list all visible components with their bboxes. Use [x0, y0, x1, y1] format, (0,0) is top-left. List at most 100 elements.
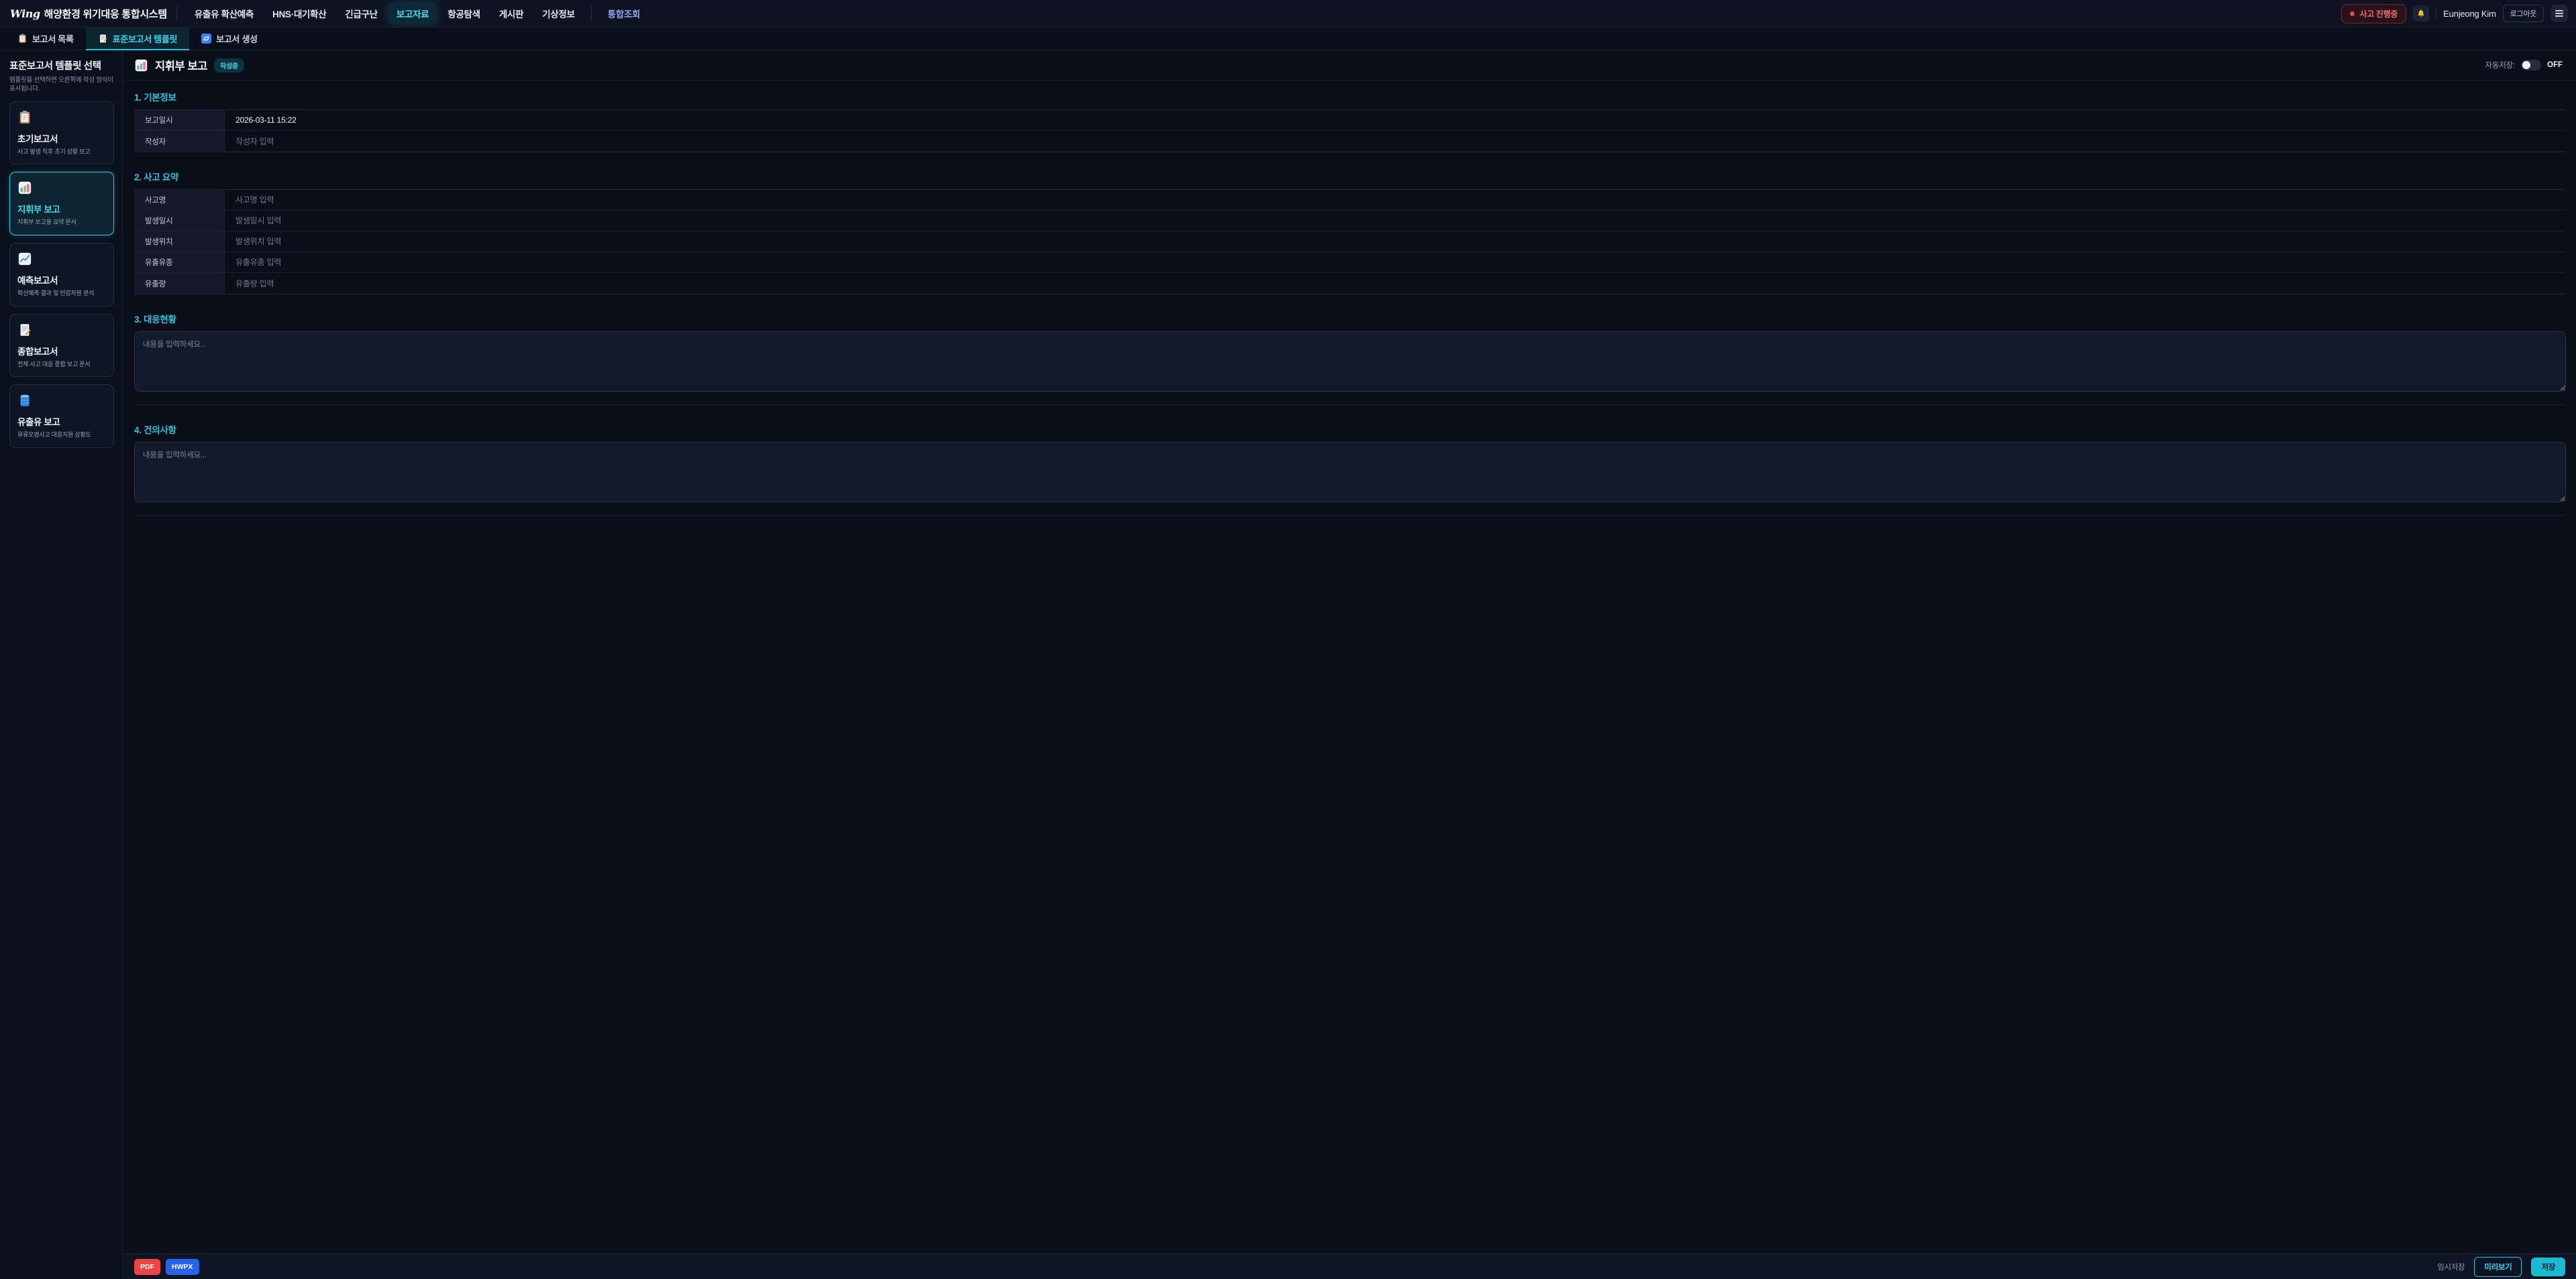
form-row: 발생일시 [134, 211, 2566, 231]
section-response-status: 3. 대응현황 [134, 312, 2566, 405]
oil-type-input[interactable] [225, 252, 2566, 272]
tab-label: 보고서 생성 [216, 32, 258, 45]
author-input[interactable] [225, 131, 2566, 152]
occurrence-location-input[interactable] [225, 231, 2566, 252]
field-label-report-datetime: 보고일시 [134, 110, 225, 130]
app-logo: Wing 해양환경 위기대응 통합시스템 [10, 7, 167, 21]
template-sidebar: 표준보고서 템플릿 선택 템플릿을 선택하면 오른쪽에 작성 양식이 표시됩니다… [0, 50, 123, 1279]
export-hwpx-button[interactable]: HWPX [166, 1259, 199, 1275]
nav-item-oil-spill-prediction[interactable]: 유출유 확산예측 [186, 3, 262, 24]
field-label-oil-type: 유출유종 [134, 252, 225, 272]
report-datetime-input[interactable] [225, 110, 2566, 130]
tab-report-list[interactable]: 보고서 목록 [5, 27, 86, 50]
nav-item-hns-air-diffusion[interactable]: HNS·대기확산 [264, 3, 334, 24]
bar-chart-icon [134, 58, 148, 72]
bell-icon [2416, 9, 2426, 18]
template-card-title: 예측보고서 [17, 273, 106, 286]
template-card-desc: 지휘부 보고용 요약 문서 [17, 219, 106, 227]
section-heading: 3. 대응현황 [134, 312, 2566, 325]
nav-item-aerial-search[interactable]: 항공탐색 [439, 3, 488, 24]
report-form-content: 1. 기본정보 보고일시 작성자 2. 사고 요약 [123, 80, 2576, 1254]
section-incident-summary: 2. 사고 요약 사고명 발생일시 발생위치 유출유종 [134, 170, 2566, 294]
response-status-textarea[interactable] [134, 331, 2566, 392]
spill-amount-input[interactable] [225, 273, 2566, 294]
nav-item-weather-info[interactable]: 기상정보 [534, 3, 582, 24]
template-card-comprehensive-report[interactable]: 종합보고서 전체 사고 대응 종합 보고 문서 [9, 314, 114, 378]
tab-label: 보고서 목록 [32, 32, 74, 45]
template-card-prediction-report[interactable]: 예측보고서 확산예측 결과 및 민감자원 분석 [9, 243, 114, 307]
footer-actions: 임시저장 미리보기 저장 [2437, 1257, 2565, 1277]
oil-drum-icon [17, 393, 32, 408]
sidebar-title: 표준보고서 템플릿 선택 [9, 58, 114, 72]
field-label-spill-amount: 유출량 [134, 273, 225, 294]
line-chart-icon [17, 252, 32, 266]
tab-label: 표준보고서 템플릿 [113, 32, 178, 45]
report-footer-bar: PDF HWPX 임시저장 미리보기 저장 [123, 1254, 2576, 1279]
template-card-desc: 확산예측 결과 및 민감자원 분석 [17, 290, 106, 298]
autosave-toggle[interactable] [2521, 60, 2541, 70]
status-badge: 작성중 [214, 58, 244, 72]
temp-save-button[interactable]: 임시저장 [2437, 1262, 2465, 1272]
user-name: Eunjeong Kim [2443, 9, 2496, 19]
report-tab-bar: 보고서 목록 표준보고서 템플릿 보고서 생성 [0, 27, 2576, 50]
section-basic-info: 1. 기본정보 보고일시 작성자 [134, 90, 2566, 152]
form-row: 사고명 [134, 190, 2566, 211]
template-card-title: 초기보고서 [17, 131, 106, 145]
sidebar-subtitle: 템플릿을 선택하면 오른쪽에 작성 양식이 표시됩니다. [9, 76, 114, 94]
refresh-icon [201, 34, 211, 44]
template-card-desc: 유류오염사고 대응지원 상황도 [17, 431, 106, 439]
template-card-desc: 전체 사고 대응 종합 보고 문서 [17, 361, 106, 369]
logout-button[interactable]: 로그아웃 [2503, 5, 2544, 22]
tab-report-generation[interactable]: 보고서 생성 [189, 27, 270, 50]
logo-wing-mark: Wing [10, 7, 40, 20]
notification-bell-button[interactable] [2413, 5, 2429, 21]
form-row: 보고일시 [134, 110, 2566, 131]
tab-standard-report-template[interactable]: 표준보고서 템플릿 [86, 27, 190, 50]
form-row: 유출량 [134, 273, 2566, 294]
incident-status-label: 사고 진행중 [2359, 8, 2398, 19]
template-card-oil-spill-report[interactable]: 유출유 보고 유류오염사고 대응지원 상황도 [9, 384, 114, 448]
report-editor-panel: 지휘부 보고 작성중 자동저장: OFF 1. 기본정보 보고일시 [123, 50, 2576, 1279]
incident-summary-table: 사고명 발생일시 발생위치 유출유종 [134, 189, 2566, 294]
preview-button[interactable]: 미리보기 [2474, 1257, 2522, 1277]
incident-in-progress-badge[interactable]: 사고 진행중 [2341, 4, 2406, 23]
incident-name-input[interactable] [225, 190, 2566, 210]
basic-info-table: 보고일시 작성자 [134, 109, 2566, 152]
template-card-title: 지휘부 보고 [17, 202, 106, 215]
nav-separator [591, 5, 592, 21]
report-title: 지휘부 보고 [155, 57, 207, 73]
nav-item-emergency-rescue[interactable]: 긴급구난 [337, 3, 385, 24]
section-suggestions: 4. 건의사항 [134, 423, 2566, 516]
export-pdf-button[interactable]: PDF [134, 1259, 160, 1275]
nav-item-integrated-search[interactable]: 통합조회 [600, 3, 648, 24]
form-row: 유출유종 [134, 252, 2566, 273]
section-heading: 1. 기본정보 [134, 90, 2566, 103]
form-row: 발생위치 [134, 231, 2566, 252]
section-heading: 2. 사고 요약 [134, 170, 2566, 183]
suggestions-textarea[interactable] [134, 442, 2566, 502]
save-button[interactable]: 저장 [2531, 1258, 2565, 1276]
occurrence-datetime-input[interactable] [225, 211, 2566, 231]
autosave-state: OFF [2547, 61, 2563, 69]
template-card-command-report[interactable]: 지휘부 보고 지휘부 보고용 요약 문서 [9, 172, 114, 235]
report-header: 지휘부 보고 작성중 자동저장: OFF [123, 50, 2576, 80]
top-navigation-bar: Wing 해양환경 위기대응 통합시스템 유출유 확산예측 HNS·대기확산 긴… [0, 0, 2576, 27]
template-card-initial-report[interactable]: 초기보고서 사고 발생 직후 초기 상황 보고 [9, 101, 114, 165]
field-label-occurrence-location: 발생위치 [134, 231, 225, 252]
app-title: 해양환경 위기대응 통합시스템 [44, 7, 167, 21]
main-menu: 유출유 확산예측 HNS·대기확산 긴급구난 보고자료 항공탐색 게시판 기상정… [186, 3, 648, 24]
nav-right-controls: 사고 진행중 Eunjeong Kim 로그아웃 [2341, 4, 2568, 23]
nav-divider [176, 6, 177, 21]
hamburger-menu-button[interactable] [2551, 5, 2568, 22]
field-label-occurrence-datetime: 발생일시 [134, 211, 225, 231]
incident-status-dot [2350, 11, 2355, 16]
section-heading: 4. 건의사항 [134, 423, 2566, 436]
nav-item-board[interactable]: 게시판 [491, 3, 531, 24]
template-card-desc: 사고 발생 직후 초기 상황 보고 [17, 148, 106, 156]
memo-pencil-icon [17, 323, 32, 337]
field-label-author: 작성자 [134, 131, 225, 152]
nav-item-reports[interactable]: 보고자료 [388, 3, 437, 24]
clipboard-icon [17, 34, 28, 44]
template-card-title: 유출유 보고 [17, 414, 106, 428]
clipboard-icon [17, 110, 32, 125]
